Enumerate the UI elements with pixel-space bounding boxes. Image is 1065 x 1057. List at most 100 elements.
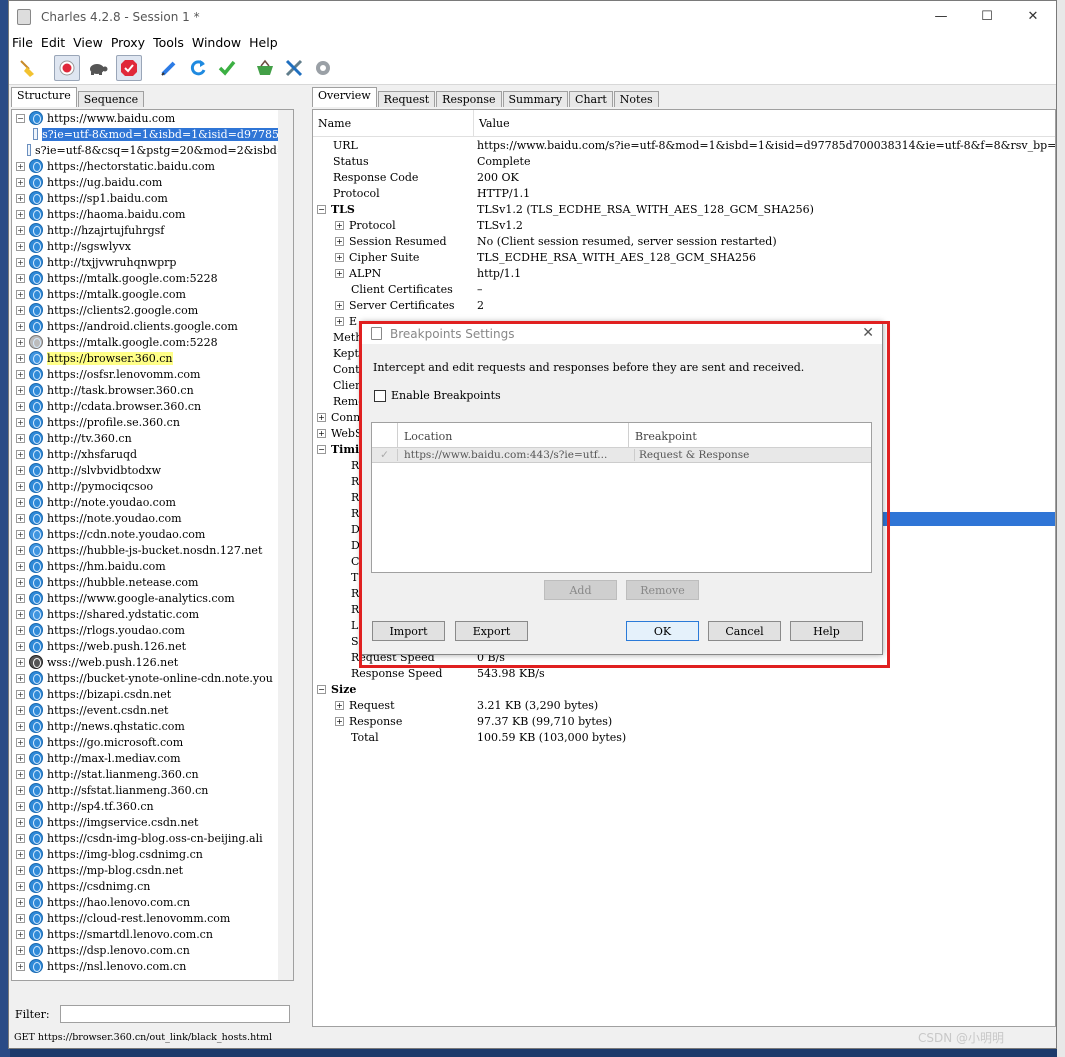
check-icon[interactable] xyxy=(216,57,238,79)
tree-host-item[interactable]: + https://browser.360.cn xyxy=(12,350,293,366)
expand-icon[interactable]: + xyxy=(16,321,25,331)
tree-host-item[interactable]: + http://tv.360.cn xyxy=(12,430,293,446)
expand-icon[interactable]: + xyxy=(16,193,25,203)
menu-file[interactable]: File xyxy=(9,35,38,50)
tree-vertical-scrollbar[interactable] xyxy=(278,110,293,980)
record-icon[interactable] xyxy=(54,55,80,81)
refresh-icon[interactable] xyxy=(187,57,209,79)
enable-breakpoints-label[interactable]: Enable Breakpoints xyxy=(391,389,501,402)
tree-host-item[interactable]: + https://mtalk.google.com xyxy=(12,286,293,302)
expand-icon[interactable]: + xyxy=(317,428,326,438)
column-location[interactable]: Location xyxy=(398,423,629,447)
expand-icon[interactable]: + xyxy=(16,161,25,171)
tab-summary[interactable]: Summary xyxy=(502,91,569,107)
collapse-icon[interactable]: − xyxy=(317,204,326,214)
expand-icon[interactable]: + xyxy=(16,913,25,923)
tab-overview[interactable]: Overview xyxy=(312,87,377,107)
expand-icon[interactable]: + xyxy=(16,929,25,939)
gear-icon[interactable] xyxy=(312,57,334,79)
expand-icon[interactable]: + xyxy=(317,412,326,422)
expand-icon[interactable]: + xyxy=(16,625,25,635)
menu-tools[interactable]: Tools xyxy=(150,35,189,50)
expand-icon[interactable]: + xyxy=(16,737,25,747)
tree-host-item[interactable]: + https://android.clients.google.com xyxy=(12,318,293,334)
overview-row[interactable]: Protocol HTTP/1.1 xyxy=(313,185,1055,201)
tree-host-item[interactable]: + https://osfsr.lenovomm.com xyxy=(12,366,293,382)
tree-host-item[interactable]: + https://cloud-rest.lenovomm.com xyxy=(12,910,293,926)
import-button[interactable]: Import xyxy=(372,621,445,641)
tab-request[interactable]: Request xyxy=(377,91,436,107)
close-button[interactable]: ✕ xyxy=(1010,1,1056,32)
overview-row[interactable]: Response Speed 543.98 KB/s xyxy=(313,665,1055,681)
tab-chart[interactable]: Chart xyxy=(569,91,613,107)
expand-icon[interactable]: + xyxy=(16,369,25,379)
dialog-close-icon[interactable]: ✕ xyxy=(862,325,874,341)
expand-icon[interactable]: + xyxy=(16,529,25,539)
add-button[interactable]: Add xyxy=(544,580,617,600)
tree-host-item[interactable]: + http://txjjvwruhqnwprp xyxy=(12,254,293,270)
expand-icon[interactable]: + xyxy=(16,209,25,219)
expand-icon[interactable]: + xyxy=(335,236,344,246)
overview-row[interactable]: + Server Certificates 2 xyxy=(313,297,1055,313)
expand-icon[interactable]: + xyxy=(16,801,25,811)
tree-host-item[interactable]: + http://cdata.browser.360.cn xyxy=(12,398,293,414)
pen-icon[interactable] xyxy=(158,57,180,79)
tree-host-item[interactable]: + https://mtalk.google.com:5228 xyxy=(12,334,293,350)
expand-icon[interactable]: + xyxy=(16,497,25,507)
tree-host-item[interactable]: + https://bizapi.csdn.net xyxy=(12,686,293,702)
expand-icon[interactable]: + xyxy=(16,753,25,763)
expand-icon[interactable]: + xyxy=(16,241,25,251)
menu-window[interactable]: Window xyxy=(189,35,246,50)
overview-row[interactable]: + ALPN http/1.1 xyxy=(313,265,1055,281)
help-button[interactable]: Help xyxy=(790,621,863,641)
tree-host-item[interactable]: + https://ug.baidu.com xyxy=(12,174,293,190)
column-value[interactable]: Value xyxy=(474,110,515,136)
enable-breakpoints-checkbox[interactable] xyxy=(374,389,386,402)
cancel-button[interactable]: Cancel xyxy=(708,621,781,641)
tree-host-item[interactable]: + https://dsp.lenovo.com.cn xyxy=(12,942,293,958)
collapse-icon[interactable]: − xyxy=(317,684,326,694)
expand-icon[interactable]: + xyxy=(16,817,25,827)
remove-button[interactable]: Remove xyxy=(626,580,699,600)
overview-row[interactable]: − TLS TLSv1.2 (TLS_ECDHE_RSA_WITH_AES_128_… xyxy=(313,201,1055,217)
broom-icon[interactable] xyxy=(16,57,38,79)
tree-host-item[interactable]: + https://mtalk.google.com:5228 xyxy=(12,270,293,286)
expand-icon[interactable]: + xyxy=(16,785,25,795)
tree-host-item[interactable]: + https://clients2.google.com xyxy=(12,302,293,318)
minimize-button[interactable]: — xyxy=(918,1,964,32)
collapse-icon[interactable]: − xyxy=(16,113,25,123)
expand-icon[interactable]: + xyxy=(16,673,25,683)
expand-icon[interactable]: + xyxy=(16,305,25,315)
expand-icon[interactable]: + xyxy=(335,700,344,710)
tree-horizontal-scrollbar[interactable] xyxy=(11,984,292,998)
tree-host-item[interactable]: + https://csdn-img-blog.oss-cn-beijing.al… xyxy=(12,830,293,846)
tree-host-item[interactable]: + https://shared.ydstatic.com xyxy=(12,606,293,622)
expand-icon[interactable]: + xyxy=(16,609,25,619)
overview-row[interactable]: + Cipher Suite TLS_ECDHE_RSA_WITH_AES_128_… xyxy=(313,249,1055,265)
expand-icon[interactable]: + xyxy=(335,268,344,278)
tree-host-item[interactable]: + http://news.qhstatic.com xyxy=(12,718,293,734)
tree-host-item[interactable]: + http://pymociqcsoo xyxy=(12,478,293,494)
tree-host-item[interactable]: + https://note.youdao.com xyxy=(12,510,293,526)
overview-row[interactable]: Status Complete xyxy=(313,153,1055,169)
expand-icon[interactable]: + xyxy=(16,897,25,907)
expand-icon[interactable]: + xyxy=(16,337,25,347)
expand-icon[interactable]: + xyxy=(16,769,25,779)
expand-icon[interactable]: + xyxy=(16,289,25,299)
tree-host-item[interactable]: + https://haoma.baidu.com xyxy=(12,206,293,222)
tree-host-item[interactable]: + https://hao.lenovo.com.cn xyxy=(12,894,293,910)
overview-row[interactable]: + Session Resumed No (Client session resum… xyxy=(313,233,1055,249)
tree-host-item[interactable]: + https://hubble-js-bucket.nosdn.127.net xyxy=(12,542,293,558)
expand-icon[interactable]: + xyxy=(16,353,25,363)
tree-host-item[interactable]: + http://sfstat.lianmeng.360.cn xyxy=(12,782,293,798)
expand-icon[interactable]: + xyxy=(335,220,344,230)
expand-icon[interactable]: + xyxy=(335,252,344,262)
expand-icon[interactable]: + xyxy=(16,385,25,395)
tree-host-item[interactable]: + http://task.browser.360.cn xyxy=(12,382,293,398)
tree-host-item[interactable]: + http://sp4.tf.360.cn xyxy=(12,798,293,814)
tree-host-item[interactable]: − https://www.baidu.com xyxy=(12,110,293,126)
expand-icon[interactable]: + xyxy=(335,316,344,326)
tree-host-item[interactable]: + https://www.google-analytics.com xyxy=(12,590,293,606)
tree-host-item[interactable]: + https://cdn.note.youdao.com xyxy=(12,526,293,542)
expand-icon[interactable]: + xyxy=(16,961,25,971)
